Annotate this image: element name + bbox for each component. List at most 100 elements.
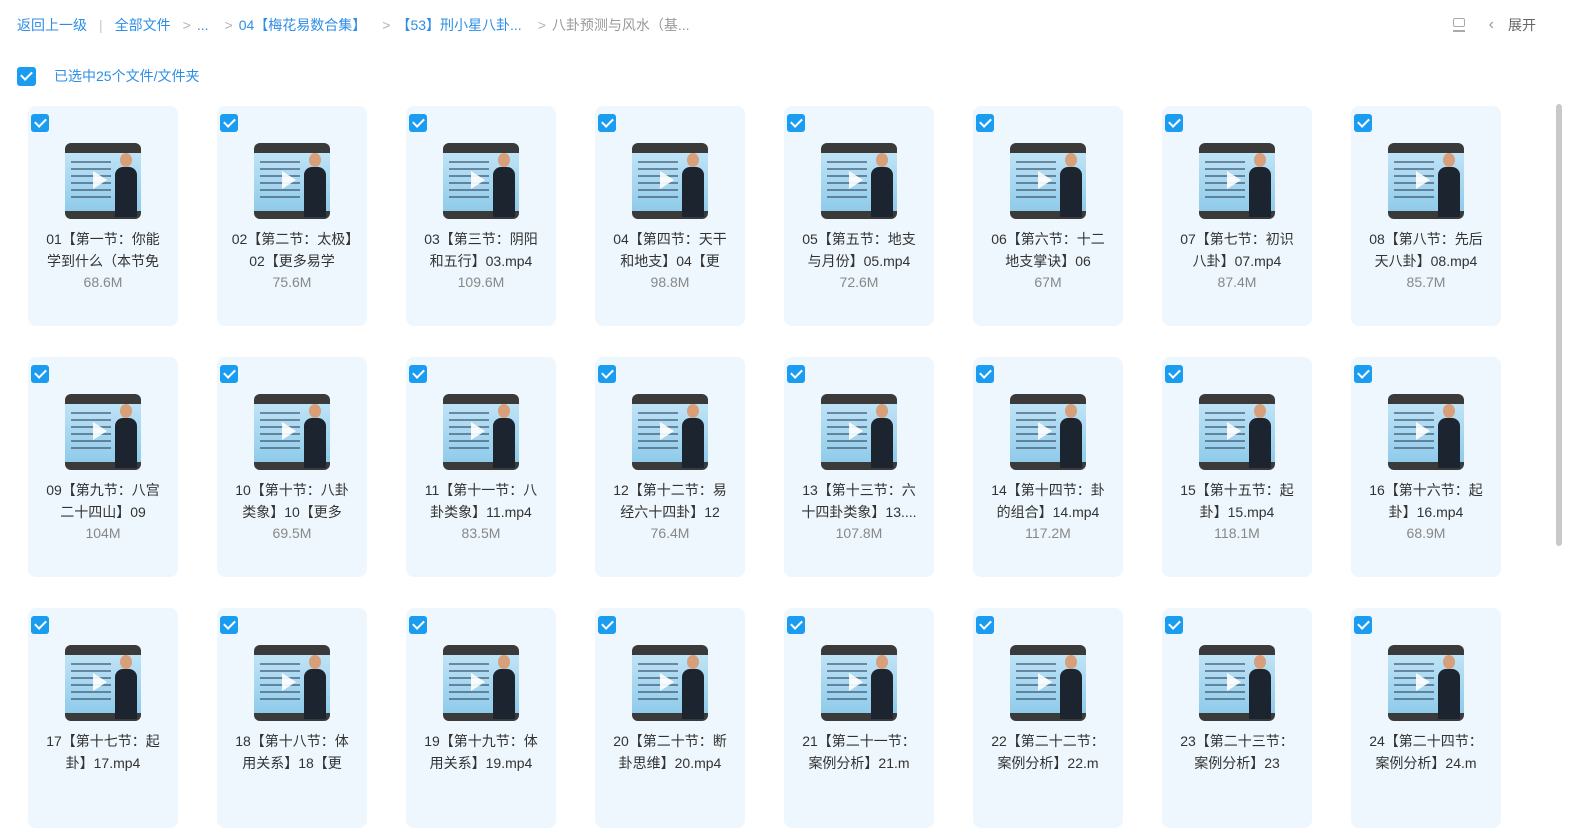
file-card[interactable]: 13【第十三节：六十四卦类象】13.... 107.8M <box>784 357 934 577</box>
breadcrumb-item[interactable]: 全部文件 <box>115 15 171 35</box>
file-card[interactable]: 10【第十节：八卦类象】10【更多 69.5M <box>217 357 367 577</box>
back-link[interactable]: 返回上一级 <box>17 15 87 35</box>
play-icon <box>1227 673 1241 691</box>
scrollbar[interactable] <box>1556 104 1562 546</box>
file-card[interactable]: 20【第二十节：断卦思维】20.mp4 <box>595 608 745 828</box>
file-card[interactable]: 21【第二十一节：案例分析】21.m <box>784 608 934 828</box>
file-card[interactable]: 12【第十二节：易经六十四卦】12 76.4M <box>595 357 745 577</box>
video-thumbnail[interactable] <box>443 394 519 470</box>
file-checkbox[interactable] <box>598 114 616 132</box>
file-checkbox[interactable] <box>1354 365 1372 383</box>
file-checkbox[interactable] <box>787 365 805 383</box>
breadcrumb-item[interactable]: 【53】刑小星八卦... <box>396 15 521 35</box>
file-card[interactable]: 02【第二节：太极】02【更多易学 75.6M <box>217 106 367 326</box>
view-mode-icon[interactable] <box>1451 17 1467 33</box>
breadcrumb: 返回上一级 | 全部文件 > ... > 04【梅花易数合集】 > 【53】刑小… <box>17 15 690 35</box>
file-card[interactable]: 17【第十七节：起卦】17.mp4 <box>28 608 178 828</box>
file-card[interactable]: 14【第十四节：卦的组合】14.mp4 117.2M <box>973 357 1123 577</box>
file-size: 107.8M <box>835 525 883 541</box>
video-thumbnail[interactable] <box>443 645 519 721</box>
file-card[interactable]: 05【第五节：地支与月份】05.mp4 72.6M <box>784 106 934 326</box>
selection-count: 已选中25个文件/文件夹 <box>54 68 200 84</box>
file-checkbox[interactable] <box>409 616 427 634</box>
file-card[interactable]: 23【第二十三节：案例分析】23 <box>1162 608 1312 828</box>
file-card[interactable]: 07【第七节：初识八卦】07.mp4 87.4M <box>1162 106 1312 326</box>
file-card[interactable]: 03【第三节：阴阳和五行】03.mp4 109.6M <box>406 106 556 326</box>
file-card[interactable]: 06【第六节：十二地支掌诀】06 67M <box>973 106 1123 326</box>
file-name: 07【第七节：初识八卦】07.mp4 <box>1180 231 1294 269</box>
video-thumbnail[interactable] <box>254 394 330 470</box>
video-thumbnail[interactable] <box>1199 645 1275 721</box>
expand-button[interactable]: 展开 <box>1508 15 1536 35</box>
file-card[interactable]: 09【第九节：八宫二十四山】09 104M <box>28 357 178 577</box>
file-card[interactable]: 01【第一节：你能学到什么（本节免 68.6M <box>28 106 178 326</box>
file-checkbox[interactable] <box>1354 114 1372 132</box>
file-card[interactable]: 24【第二十四节：案例分析】24.m <box>1351 608 1501 828</box>
video-thumbnail[interactable] <box>1388 394 1464 470</box>
file-checkbox[interactable] <box>1165 616 1183 634</box>
file-name: 17【第十七节：起卦】17.mp4 <box>46 733 160 771</box>
video-thumbnail[interactable] <box>1010 394 1086 470</box>
file-size: 83.5M <box>461 525 501 541</box>
file-checkbox[interactable] <box>31 365 49 383</box>
file-checkbox[interactable] <box>1165 114 1183 132</box>
video-thumbnail[interactable] <box>821 394 897 470</box>
file-card[interactable]: 11【第十一节：八卦类象】11.mp4 83.5M <box>406 357 556 577</box>
file-card[interactable]: 08【第八节：先后天八卦】08.mp4 85.7M <box>1351 106 1501 326</box>
file-checkbox[interactable] <box>31 114 49 132</box>
video-thumbnail[interactable] <box>1388 143 1464 219</box>
video-thumbnail[interactable] <box>1010 645 1086 721</box>
video-thumbnail[interactable] <box>821 143 897 219</box>
breadcrumb-current: 八卦预测与风水（基... <box>551 17 690 33</box>
file-card[interactable]: 19【第十九节：体用关系】19.mp4 <box>406 608 556 828</box>
file-checkbox[interactable] <box>787 616 805 634</box>
file-name: 08【第八节：先后天八卦】08.mp4 <box>1369 231 1483 269</box>
file-checkbox[interactable] <box>976 114 994 132</box>
video-thumbnail[interactable] <box>254 143 330 219</box>
video-thumbnail[interactable] <box>65 394 141 470</box>
play-icon <box>1416 171 1430 189</box>
video-thumbnail[interactable] <box>443 143 519 219</box>
file-checkbox[interactable] <box>1354 616 1372 634</box>
video-thumbnail[interactable] <box>1199 394 1275 470</box>
video-thumbnail[interactable] <box>821 645 897 721</box>
video-thumbnail[interactable] <box>254 645 330 721</box>
play-icon <box>1416 422 1430 440</box>
video-thumbnail[interactable] <box>1010 143 1086 219</box>
video-thumbnail[interactable] <box>632 143 708 219</box>
file-checkbox[interactable] <box>1165 365 1183 383</box>
file-checkbox[interactable] <box>598 365 616 383</box>
video-thumbnail[interactable] <box>632 645 708 721</box>
file-card[interactable]: 22【第二十二节：案例分析】22.m <box>973 608 1123 828</box>
file-checkbox[interactable] <box>976 365 994 383</box>
video-thumbnail[interactable] <box>1199 143 1275 219</box>
file-card[interactable]: 16【第十六节：起卦】16.mp4 68.9M <box>1351 357 1501 577</box>
file-checkbox[interactable] <box>976 616 994 634</box>
file-name: 23【第二十三节：案例分析】23 <box>1180 733 1294 771</box>
file-card[interactable]: 18【第十八节：体用关系】18【更 <box>217 608 367 828</box>
file-checkbox[interactable] <box>409 114 427 132</box>
file-checkbox[interactable] <box>409 365 427 383</box>
file-checkbox[interactable] <box>220 616 238 634</box>
select-all-checkbox[interactable] <box>17 66 36 86</box>
file-checkbox[interactable] <box>598 616 616 634</box>
play-icon <box>1227 422 1241 440</box>
file-card[interactable]: 15【第十五节：起卦】15.mp4 118.1M <box>1162 357 1312 577</box>
breadcrumb-item[interactable]: 04【梅花易数合集】 <box>239 15 367 35</box>
chevron-left-icon[interactable]: ‹ <box>1489 16 1494 34</box>
video-thumbnail[interactable] <box>632 394 708 470</box>
breadcrumb-item[interactable]: ... <box>197 17 209 33</box>
play-icon <box>1038 422 1052 440</box>
play-icon <box>471 171 485 189</box>
file-checkbox[interactable] <box>31 616 49 634</box>
video-thumbnail[interactable] <box>65 645 141 721</box>
file-checkbox[interactable] <box>220 114 238 132</box>
video-thumbnail[interactable] <box>65 143 141 219</box>
video-thumbnail[interactable] <box>1388 645 1464 721</box>
file-checkbox[interactable] <box>220 365 238 383</box>
file-checkbox[interactable] <box>787 114 805 132</box>
file-card[interactable]: 04【第四节：天干和地支】04【更 98.8M <box>595 106 745 326</box>
file-name: 14【第十四节：卦的组合】14.mp4 <box>991 482 1105 520</box>
play-icon <box>93 171 107 189</box>
play-icon <box>849 422 863 440</box>
